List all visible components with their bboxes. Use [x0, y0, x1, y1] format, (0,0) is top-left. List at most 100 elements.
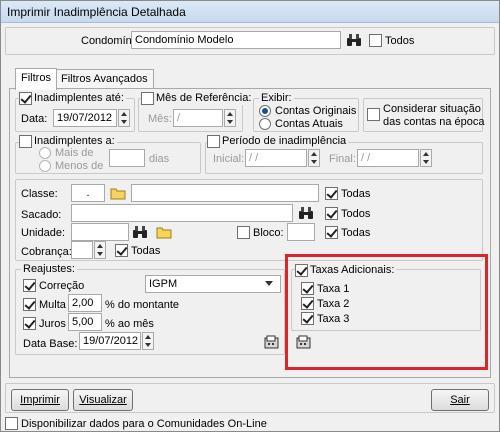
multa-field[interactable]: 2,00	[68, 294, 102, 312]
sair-label: Sair	[450, 394, 470, 406]
data-spinner[interactable]	[118, 109, 130, 127]
periodo-checkbox[interactable]	[207, 135, 220, 148]
dias-label: dias	[149, 153, 170, 165]
todas-unidade-label: Todas	[341, 227, 371, 239]
data-field[interactable]: 19/07/2012	[53, 109, 117, 127]
unidade-label: Unidade:	[21, 227, 66, 239]
chevron-down-icon[interactable]	[265, 281, 273, 286]
cobranca-field[interactable]	[71, 241, 93, 259]
data-label: Data:	[21, 113, 48, 125]
final-spinner[interactable]	[420, 149, 432, 167]
sair-button[interactable]: Sair	[431, 389, 489, 411]
reajustes-label: Reajustes:	[21, 263, 77, 276]
todas-classe-checkbox[interactable]	[325, 187, 338, 200]
todas-cobranca-label: Todas	[131, 245, 161, 257]
comunidades-online-label: Disponibilizar dados para o Comunidades …	[21, 418, 267, 430]
taxa-1-label: Taxa 1	[317, 283, 350, 295]
taxa-3-label: Taxa 3	[317, 313, 350, 325]
todos-sacado-label: Todos	[341, 208, 371, 220]
classe-name-field[interactable]	[131, 184, 319, 202]
todos-sacado-checkbox[interactable]	[325, 207, 338, 220]
bloco-label: Bloco:	[253, 227, 284, 239]
menos-de-radio[interactable]	[39, 160, 51, 172]
window-title: Imprimir Inadimplência Detalhada	[7, 5, 186, 19]
mes-label: Mês:	[148, 113, 172, 125]
inadimplentes-ate-checkbox[interactable]	[19, 92, 32, 105]
taxa-1-checkbox[interactable]	[301, 282, 314, 295]
menos-de-label: Menos de	[55, 160, 104, 172]
mes-field[interactable]: /	[173, 109, 223, 127]
bloco-checkbox[interactable]	[237, 226, 250, 239]
situacao-label-line1: Considerar situação	[383, 103, 481, 115]
multa-label: Multa	[39, 299, 66, 311]
todas-cobranca-checkbox[interactable]	[115, 244, 128, 257]
inadimplentes-ate-label: Inadimplentes até:	[32, 92, 126, 105]
todos-condominio-checkbox[interactable]	[369, 34, 382, 47]
contas-originais-label: Contas Originais	[275, 105, 357, 117]
exibir-label: Exibir:	[259, 92, 294, 105]
correcao-checkbox[interactable]	[23, 279, 36, 292]
unidade-field[interactable]	[71, 223, 129, 241]
periodo-label: Período de inadimplência	[220, 135, 349, 148]
inicial-spinner[interactable]	[308, 149, 320, 167]
data-base-field[interactable]: 19/07/2012	[79, 332, 141, 350]
title-bar: Imprimir Inadimplência Detalhada	[1, 1, 499, 23]
cobranca-spinner[interactable]	[94, 241, 106, 259]
unidade-folder-icon[interactable]	[153, 222, 175, 242]
mes-spinner[interactable]	[224, 109, 236, 127]
condominio-field[interactable]: Condomínio Modelo	[131, 31, 341, 49]
mais-de-radio[interactable]	[39, 147, 51, 159]
mes-referencia-checkbox[interactable]	[141, 92, 154, 105]
final-label: Final:	[329, 153, 356, 165]
mes-referencia-label: Mês de Referência:	[154, 92, 254, 105]
inicial-field[interactable]: / /	[245, 149, 307, 167]
tab-filtros[interactable]: Filtros	[15, 68, 57, 90]
todos-condominio-label: Todos	[385, 35, 415, 47]
contas-atuais-radio[interactable]	[259, 118, 271, 130]
juros-label: Juros	[39, 318, 66, 330]
correcao-select[interactable]: IGPM	[145, 275, 281, 293]
todas-unidade-checkbox[interactable]	[325, 226, 338, 239]
situacao-checkbox[interactable]	[367, 108, 380, 121]
imprimir-button[interactable]: Imprimir	[11, 389, 69, 411]
folder-icon[interactable]	[107, 183, 129, 203]
sacado-binoculars-icon[interactable]	[295, 203, 317, 223]
classe-code-field[interactable]: .	[71, 184, 105, 202]
visualizar-label: Visualizar	[79, 394, 127, 406]
correcao-label: Correção	[39, 280, 85, 292]
contas-originais-radio[interactable]	[259, 105, 271, 117]
contas-atuais-label: Contas Atuais	[275, 118, 343, 130]
classe-label: Classe:	[21, 188, 58, 200]
comunidades-online-checkbox[interactable]	[5, 417, 18, 430]
mais-de-label: Mais de	[55, 147, 94, 159]
juros-checkbox[interactable]	[23, 317, 36, 330]
multa-checkbox[interactable]	[23, 298, 36, 311]
tab-filtros-avancados[interactable]: Filtros Avançados	[55, 69, 154, 89]
juros-field[interactable]: 5,00	[68, 313, 102, 331]
taxa-2-label: Taxa 2	[317, 298, 350, 310]
taxas-adicionais-checkbox[interactable]	[295, 264, 308, 277]
sacado-field[interactable]	[71, 204, 293, 222]
binoculars-icon[interactable]	[343, 30, 365, 50]
sacado-label: Sacado:	[21, 209, 62, 221]
todas-classe-label: Todas	[341, 188, 371, 200]
cobranca-label: Cobrança:	[21, 246, 72, 258]
unidade-binoculars-icon[interactable]	[129, 222, 151, 242]
report-window: Imprimir Inadimplência Detalhada Condomí…	[0, 0, 500, 432]
taxas-calculator-icon[interactable]	[293, 332, 315, 352]
bloco-field[interactable]	[287, 223, 315, 241]
multa-suffix: % do montante	[105, 299, 179, 311]
taxa-2-checkbox[interactable]	[301, 297, 314, 310]
visualizar-button[interactable]: Visualizar	[73, 389, 133, 411]
data-base-spinner[interactable]	[142, 332, 154, 350]
data-base-label: Data Base:	[23, 338, 78, 350]
final-field[interactable]: / /	[357, 149, 419, 167]
inadimplentes-a-checkbox[interactable]	[19, 135, 32, 148]
dias-field[interactable]	[109, 149, 145, 167]
imprimir-label: Imprimir	[20, 394, 60, 406]
juros-suffix: % ao mês	[105, 318, 154, 330]
reajustes-calculator-icon[interactable]	[261, 332, 283, 352]
taxa-3-checkbox[interactable]	[301, 312, 314, 325]
inicial-label: Inicial:	[213, 153, 245, 165]
situacao-label-line2: das contas na época	[383, 116, 485, 128]
